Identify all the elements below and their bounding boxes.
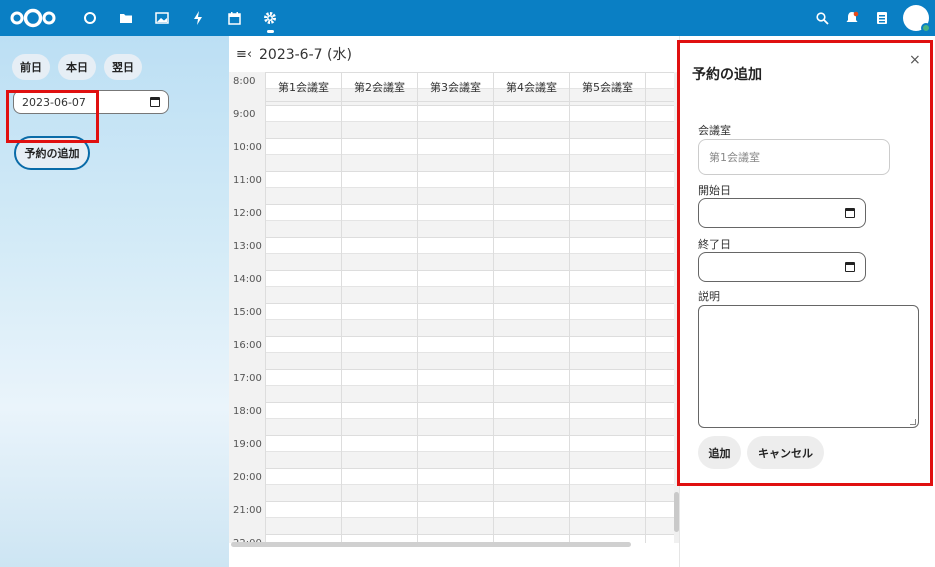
hour-row[interactable]: 20:00 [229,468,674,501]
notifications-icon[interactable] [837,0,867,36]
hour-label: 19:00 [229,435,265,468]
calendar-view: ≡‹ 2023-6-7 (水) 8:00 9:00 10:00 11:00 12:00 1… [229,36,721,567]
hour-label: 21:00 [229,501,265,534]
room-header: 第4会議室 [493,72,569,102]
hour-label: 11:00 [229,171,265,204]
hour-row[interactable]: 11:00 [229,171,674,204]
today-button[interactable]: 本日 [58,54,96,80]
dashboard-icon[interactable] [72,0,108,36]
hour-label: 8:00 [229,72,265,105]
calendar-date-title: 2023-6-7 (水) [259,47,352,63]
files-icon[interactable] [108,0,144,36]
hour-label: 13:00 [229,237,265,270]
hour-label: 17:00 [229,369,265,402]
menu-toggle-icon[interactable]: ≡‹ [229,47,259,62]
hour-row[interactable]: 15:00 [229,303,674,336]
hour-row[interactable]: 12:00 [229,204,674,237]
hour-label: 9:00 [229,105,265,138]
column-divider [645,102,646,543]
highlight-box-right [677,40,933,486]
hour-label: 18:00 [229,402,265,435]
room-header: 第3会議室 [417,72,493,102]
hour-label: 10:00 [229,138,265,171]
hour-row[interactable]: 21:00 [229,501,674,534]
column-divider [417,102,418,543]
hour-row[interactable]: 18:00 [229,402,674,435]
online-status-icon [921,23,931,33]
top-bar [0,0,935,36]
hour-row[interactable]: 10:00 [229,138,674,171]
prev-day-button[interactable]: 前日 [12,54,50,80]
contacts-icon[interactable] [867,0,897,36]
settings-icon[interactable] [252,0,288,36]
column-divider [569,102,570,543]
room-header: 第5会議室 [569,72,645,102]
hour-row[interactable]: 14:00 [229,270,674,303]
hour-row[interactable]: 13:00 [229,237,674,270]
nextcloud-logo[interactable] [10,0,58,36]
hour-label: 14:00 [229,270,265,303]
highlight-box-left [6,90,99,143]
hour-label: 20:00 [229,468,265,501]
time-grid: 8:00 9:00 10:00 11:00 12:00 13:00 14:00 15:00 16… [229,72,674,543]
activity-icon[interactable] [180,0,216,36]
calendar-picker-icon[interactable] [150,97,160,107]
hour-label: 16:00 [229,336,265,369]
room-headers: 第1会議室第2会議室第3会議室第4会議室第5会議室第6 [265,72,721,102]
hour-row[interactable]: 19:00 [229,435,674,468]
hour-label: 15:00 [229,303,265,336]
column-divider [341,102,342,543]
photos-icon[interactable] [144,0,180,36]
column-divider [265,102,266,543]
hour-row[interactable]: 9:00 [229,105,674,138]
column-divider [493,102,494,543]
hour-label: 12:00 [229,204,265,237]
room-header: 第1会議室 [265,72,341,102]
hour-row[interactable]: 17:00 [229,369,674,402]
next-day-button[interactable]: 翌日 [104,54,142,80]
calendar-icon[interactable] [216,0,252,36]
user-avatar[interactable] [903,5,931,33]
search-icon[interactable] [807,0,837,36]
hour-row[interactable]: 16:00 [229,336,674,369]
horizontal-scrollbar[interactable] [231,542,631,547]
room-header: 第2会議室 [341,72,417,102]
